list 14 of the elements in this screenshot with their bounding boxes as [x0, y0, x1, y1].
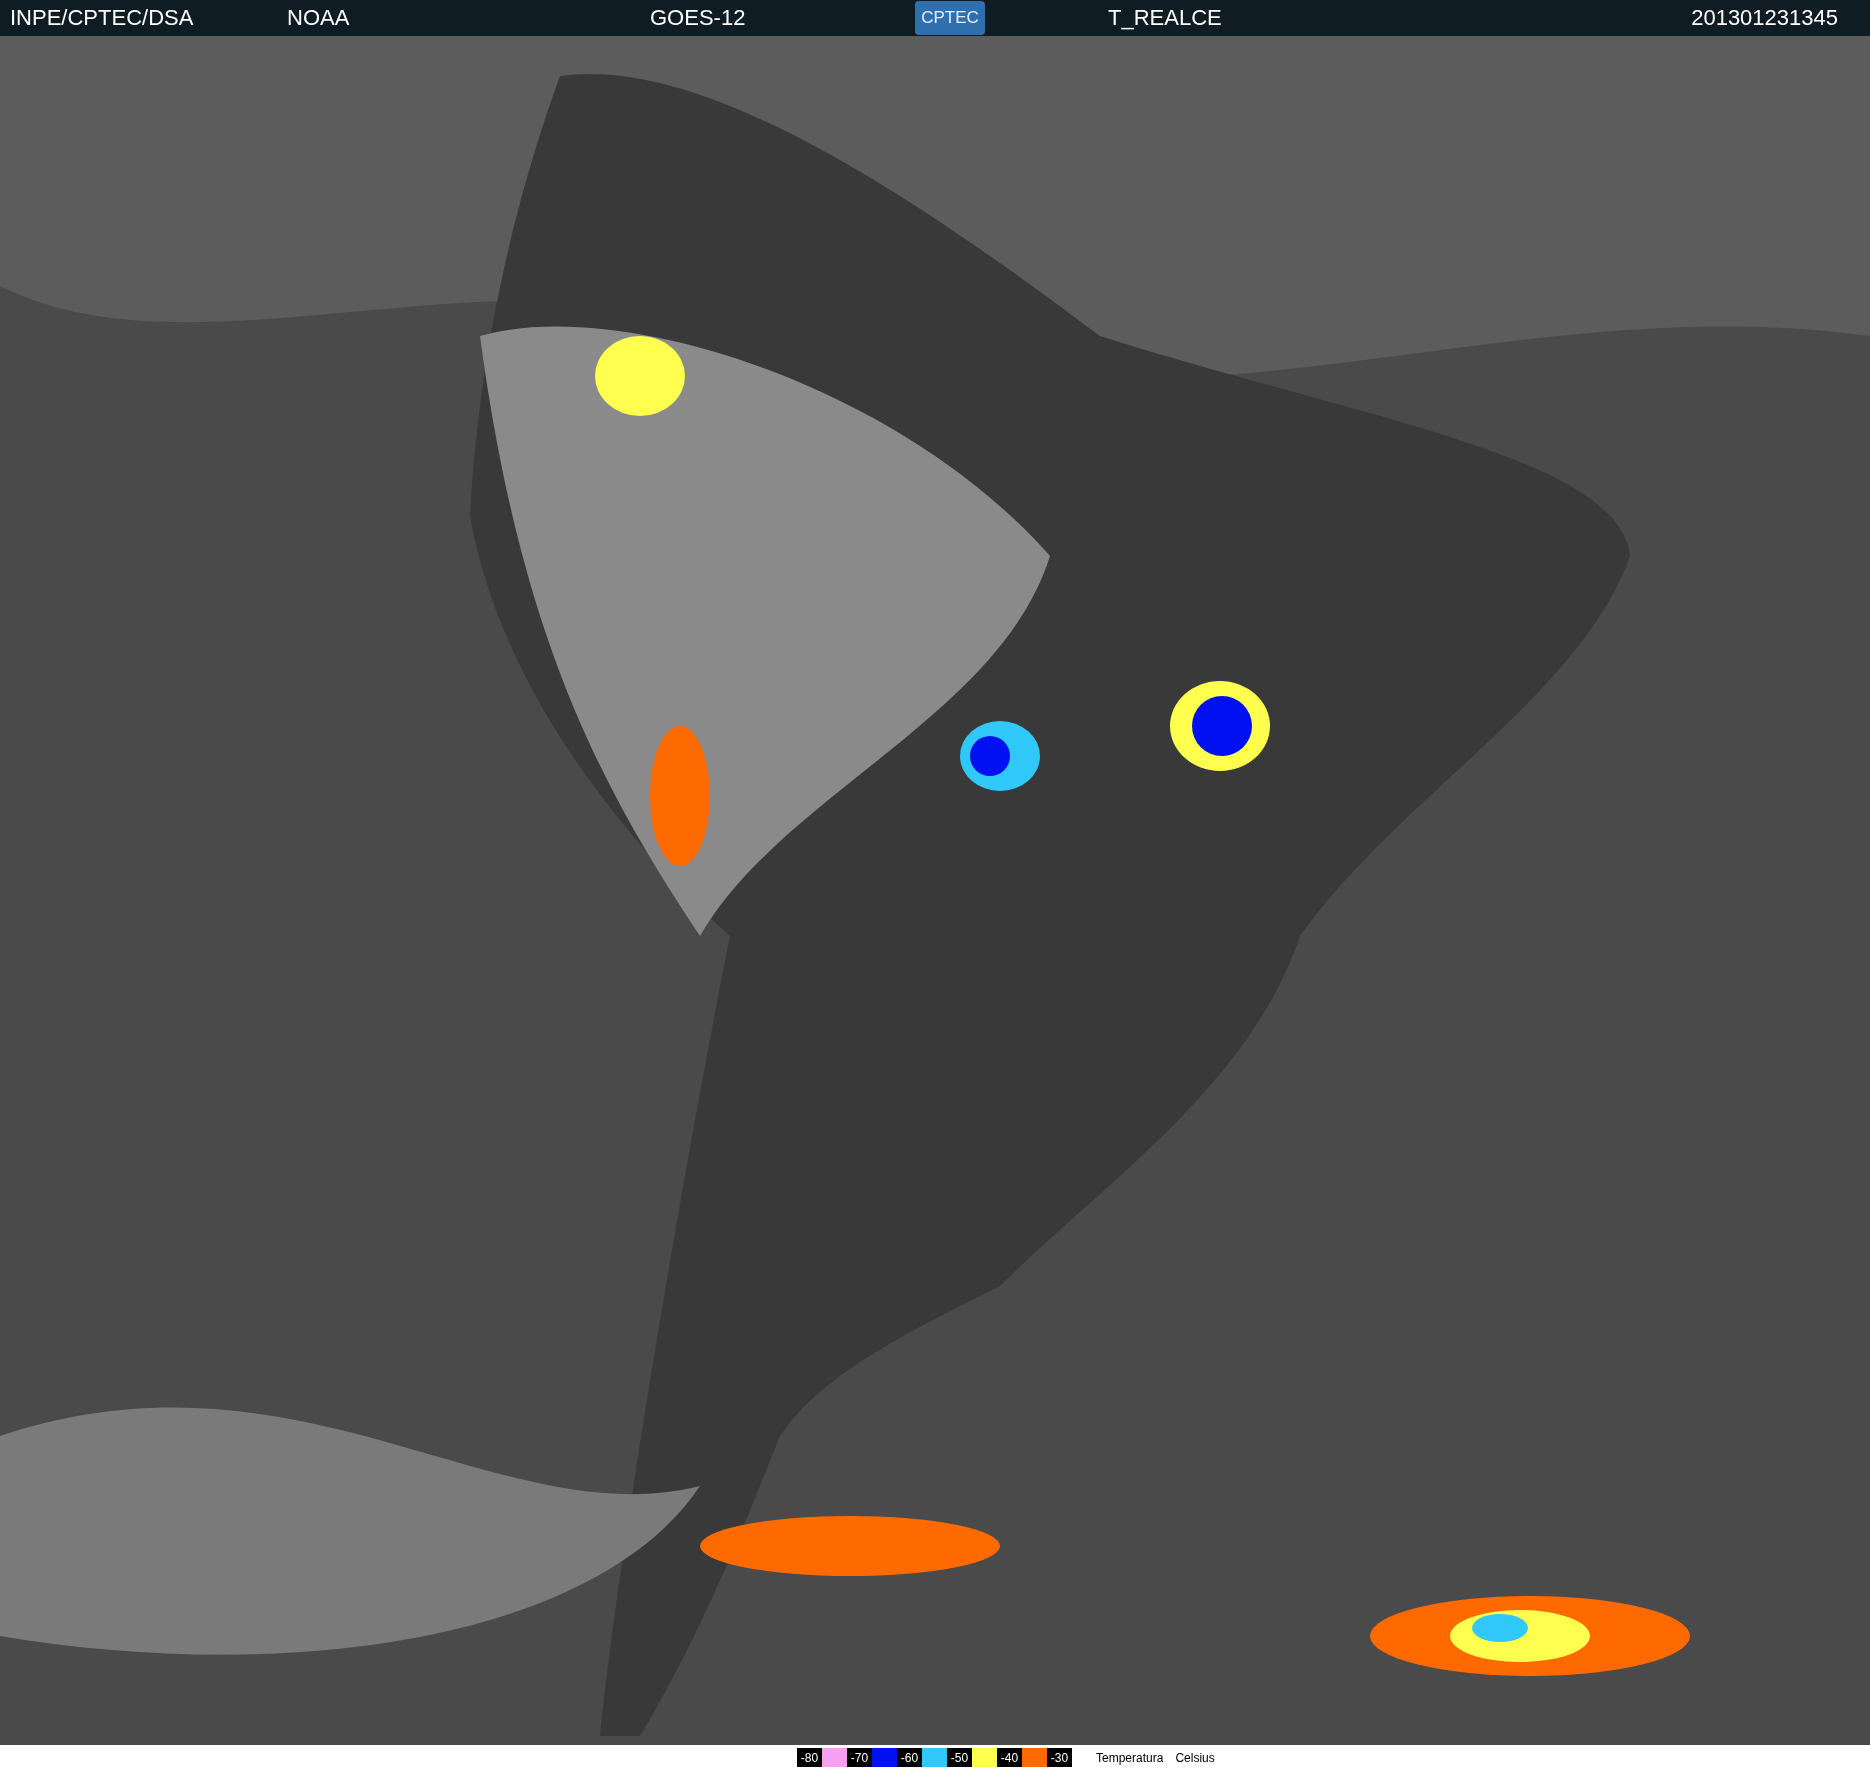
legend-label: -70: [847, 1748, 872, 1767]
legend-label: -80: [797, 1748, 822, 1767]
header-label: T_REALCE: [1108, 5, 1223, 31]
legend-label: -30: [1047, 1748, 1072, 1767]
header-label: INPE/CPTEC/DSA: [10, 5, 195, 31]
legend-label: -40: [997, 1748, 1022, 1767]
header-label: NOAA: [287, 5, 351, 31]
legend-caption: Celsius: [1175, 1750, 1215, 1765]
legend-caption: Temperatura: [1096, 1750, 1164, 1765]
header-label: GOES-12: [650, 5, 747, 31]
legend-label: -50: [947, 1748, 972, 1767]
legend-label: -60: [897, 1748, 922, 1767]
header-label: 201301231345: [1691, 5, 1838, 31]
logo: CPTEC: [915, 1, 985, 35]
